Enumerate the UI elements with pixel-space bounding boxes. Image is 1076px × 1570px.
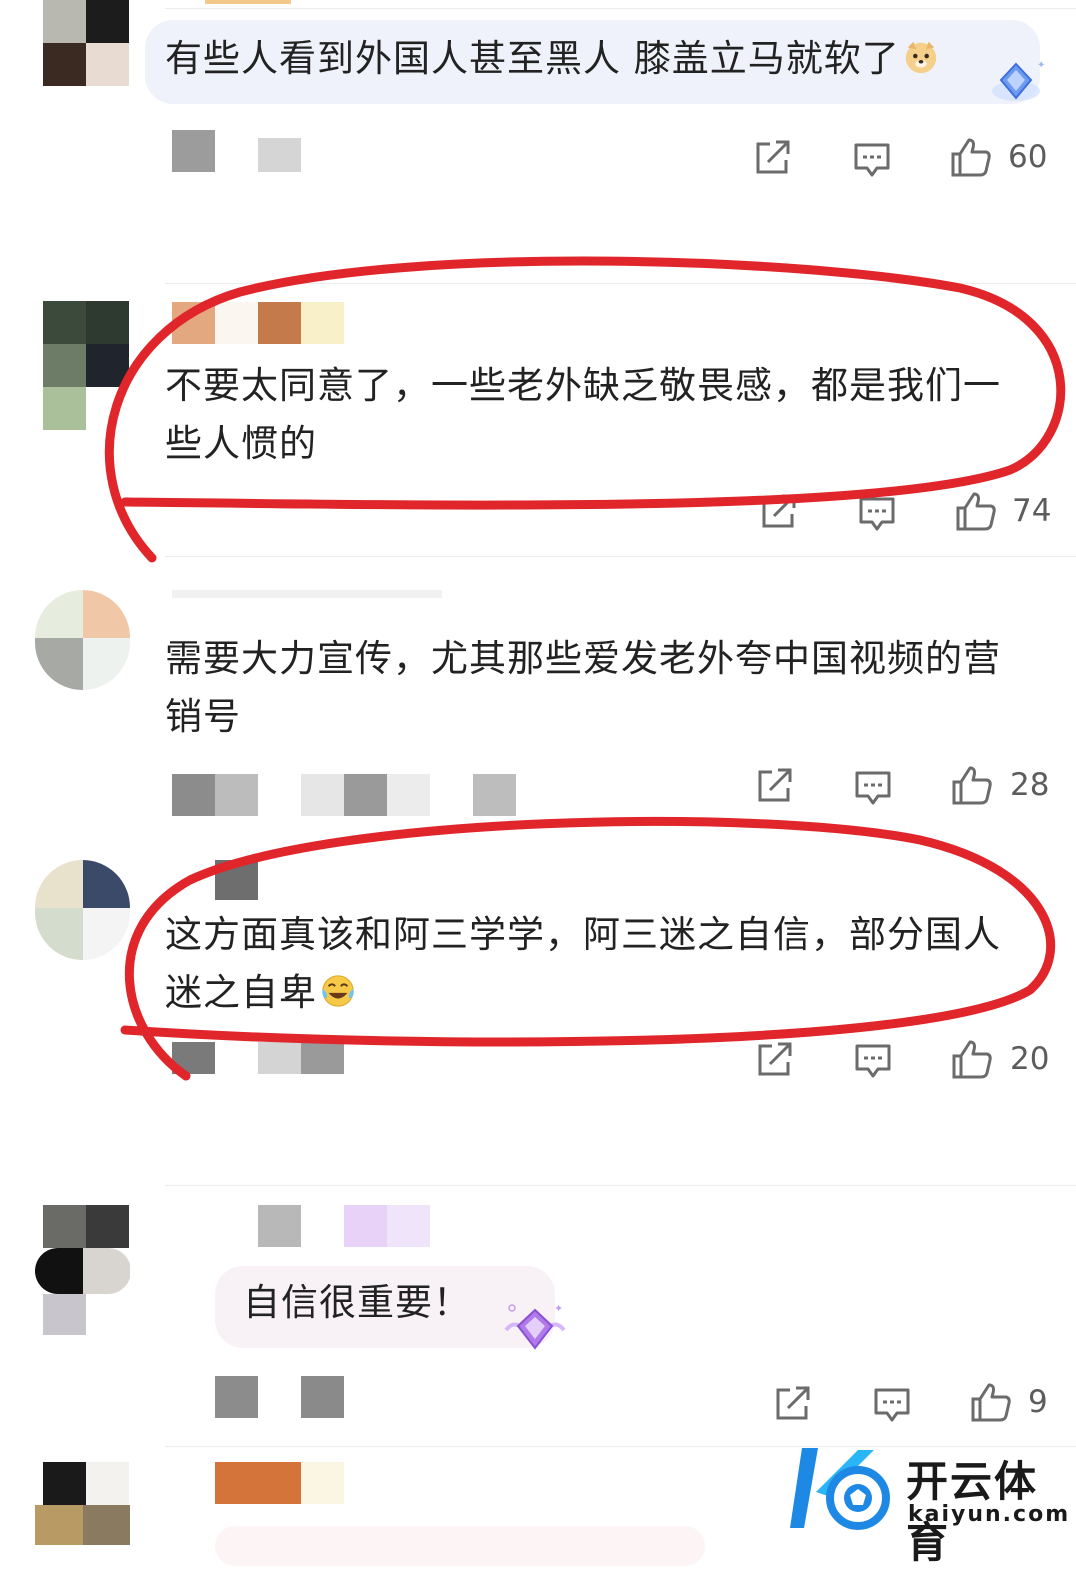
svg-text:✦: ✦	[1037, 60, 1045, 71]
doge-emoji	[905, 41, 936, 74]
like-button[interactable]	[950, 137, 992, 177]
comment-line: 需要大力宣传，尤其那些爱发老外夸中国视频的营	[165, 637, 1001, 680]
blurred-username	[215, 1462, 301, 1504]
comment-icon	[859, 497, 895, 531]
comment-text[interactable]: 有些人看到外国人甚至黑人 膝盖立马就软了	[165, 30, 940, 88]
like-button[interactable]	[951, 1039, 993, 1079]
avatar[interactable]	[43, 301, 129, 430]
like-button[interactable]	[970, 1382, 1012, 1422]
share-button[interactable]	[756, 1042, 794, 1078]
share-icon	[776, 1386, 810, 1420]
thumbs-up-icon	[951, 138, 991, 177]
comment-line: 些人惯的	[165, 422, 317, 465]
share-icon	[758, 1042, 792, 1076]
thumbs-up-icon	[952, 1040, 992, 1079]
blurred-meta	[258, 1042, 301, 1074]
comment-text[interactable]: 需要大力宣传，尤其那些爱发老外夸中国视频的营 销号	[165, 630, 1001, 746]
comment-divider	[165, 556, 1076, 557]
blurred-meta	[172, 774, 215, 816]
blurred-username	[301, 302, 344, 344]
comment-divider	[165, 283, 1076, 284]
share-button[interactable]	[760, 494, 798, 530]
blurred-username	[301, 1462, 344, 1504]
comment-button[interactable]	[858, 496, 896, 532]
blurred-username	[258, 302, 301, 344]
comment-divider	[165, 1185, 1076, 1186]
watermark-url: kaiyun.com	[908, 1502, 1071, 1527]
blurred-meta	[301, 1042, 344, 1074]
comment-text[interactable]: 自信很重要！	[243, 1274, 471, 1332]
comment-icon	[855, 771, 891, 805]
blurred-meta	[215, 1376, 258, 1418]
comment-button[interactable]	[854, 1043, 892, 1079]
avatar[interactable]	[35, 860, 130, 960]
blurred-meta	[301, 1376, 344, 1418]
avatar[interactable]	[35, 590, 130, 690]
blurred-username	[172, 590, 442, 598]
blurred-meta	[172, 130, 215, 172]
avatar[interactable]	[35, 1462, 130, 1545]
diamond-badge-icon: ✦	[504, 1302, 566, 1350]
comment-line: 销号	[165, 695, 241, 738]
share-button[interactable]	[754, 140, 792, 176]
share-icon	[756, 140, 790, 174]
comment-icon	[854, 143, 890, 177]
comment-icon	[874, 1388, 910, 1422]
share-icon	[762, 494, 796, 528]
kaiyun-logo-icon	[790, 1448, 890, 1530]
comment-text[interactable]: 这方面真该和阿三学学，阿三迷之自信，部分国人 迷之自卑	[165, 906, 1001, 1022]
watermark-logo: 开云体育 kaiyun.com	[788, 1440, 1071, 1567]
blurred-meta	[258, 138, 301, 172]
blurred-username	[172, 302, 215, 344]
blurred-meta	[301, 774, 344, 816]
comment-button[interactable]	[873, 1387, 911, 1423]
comment-bubble	[215, 1526, 705, 1566]
thumbs-up-icon	[956, 492, 996, 531]
diamond-badge-icon: ✦	[992, 60, 1045, 101]
comment-button[interactable]	[853, 142, 891, 178]
thumbs-up-icon	[952, 766, 992, 805]
svg-text:✦: ✦	[554, 1302, 563, 1315]
avatar[interactable]	[43, 0, 129, 86]
blurred-username	[344, 1205, 387, 1247]
like-count: 20	[1010, 1041, 1050, 1077]
blurred-meta	[387, 774, 430, 816]
like-count: 28	[1010, 767, 1050, 803]
like-button[interactable]	[951, 765, 993, 805]
blurred-meta	[215, 774, 258, 816]
comment-button[interactable]	[854, 770, 892, 806]
blurred-username	[387, 1205, 430, 1247]
blurred-username	[258, 1205, 301, 1247]
thumbs-up-icon	[971, 1383, 1011, 1422]
share-button[interactable]	[774, 1386, 812, 1422]
share-icon	[758, 768, 792, 802]
blurred-meta	[344, 774, 387, 816]
comment-text[interactable]: 不要太同意了，一些老外缺乏敬畏感，都是我们一 些人惯的	[165, 357, 1001, 473]
blurred-meta	[473, 774, 516, 816]
top-divider	[165, 8, 1076, 9]
like-count: 9	[1028, 1384, 1048, 1420]
share-button[interactable]	[756, 768, 794, 804]
like-count: 60	[1008, 139, 1048, 175]
comment-line: 迷之自卑	[165, 971, 317, 1014]
comment-line: 这方面真该和阿三学学，阿三迷之自信，部分国人	[165, 913, 1001, 956]
comment-line: 不要太同意了，一些老外缺乏敬畏感，都是我们一	[165, 364, 1001, 407]
like-count: 74	[1012, 493, 1052, 529]
blurred-username	[215, 860, 258, 900]
like-button[interactable]	[955, 491, 997, 531]
blurred-username	[205, 0, 291, 4]
comment-line: 有些人看到外国人甚至黑人 膝盖立马就软了	[165, 37, 900, 80]
comment-icon	[855, 1044, 891, 1078]
laugh-cry-emoji	[322, 975, 354, 1007]
blurred-username	[215, 302, 258, 344]
comment-line: 自信很重要！	[243, 1281, 471, 1324]
blurred-meta	[172, 1042, 215, 1074]
avatar[interactable]	[35, 1205, 130, 1335]
